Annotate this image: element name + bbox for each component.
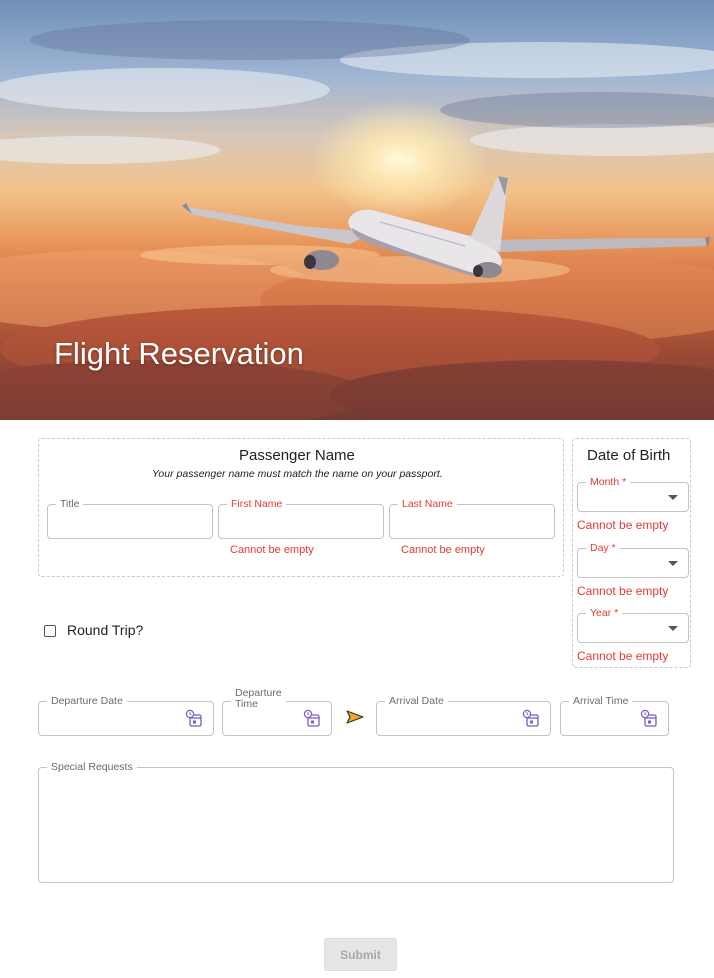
chevron-down-icon xyxy=(668,626,678,631)
day-select[interactable]: Day * xyxy=(577,542,689,578)
last-name-input[interactable]: Last Name xyxy=(389,498,555,539)
last-name-error: Cannot be empty xyxy=(401,544,485,556)
calendar-clock-icon[interactable] xyxy=(302,709,322,729)
month-error: Cannot be empty xyxy=(577,518,669,532)
year-error: Cannot be empty xyxy=(577,649,669,663)
departure-date-label: Departure Date xyxy=(47,695,127,707)
round-trip-checkbox[interactable] xyxy=(44,625,56,637)
page-title: Flight Reservation xyxy=(54,336,304,371)
calendar-clock-icon[interactable] xyxy=(184,709,204,729)
special-requests-label: Special Requests xyxy=(47,761,137,773)
first-name-error: Cannot be empty xyxy=(230,544,314,556)
arrival-time-input[interactable]: Arrival Time xyxy=(560,695,669,736)
chevron-down-icon xyxy=(668,495,678,500)
chevron-down-icon xyxy=(668,561,678,566)
hero-banner: Flight Reservation xyxy=(0,0,714,420)
right-arrow-icon xyxy=(346,710,364,724)
departure-time-label: Departure Time xyxy=(231,688,286,710)
passenger-name-note: Your passenger name must match the name … xyxy=(152,468,443,480)
title-input[interactable]: Title xyxy=(47,498,213,539)
arrival-date-label: Arrival Date xyxy=(385,695,448,707)
special-requests-textarea[interactable]: Special Requests xyxy=(38,761,674,883)
date-of-birth-heading: Date of Birth xyxy=(587,447,671,464)
year-select[interactable]: Year * xyxy=(577,607,689,643)
round-trip-label[interactable]: Round Trip? xyxy=(67,622,143,638)
arrival-date-input[interactable]: Arrival Date xyxy=(376,695,551,736)
departure-date-input[interactable]: Departure Date xyxy=(38,695,214,736)
year-label: Year * xyxy=(586,607,623,619)
departure-time-label-line2: Time xyxy=(235,698,258,710)
first-name-input[interactable]: First Name xyxy=(218,498,384,539)
month-label: Month * xyxy=(586,476,631,488)
title-label: Title xyxy=(56,498,84,510)
passenger-name-heading: Passenger Name xyxy=(239,447,355,464)
day-label: Day * xyxy=(586,542,620,554)
calendar-clock-icon[interactable] xyxy=(639,709,659,729)
calendar-clock-icon[interactable] xyxy=(521,709,541,729)
submit-button[interactable]: Submit xyxy=(324,938,397,971)
day-error: Cannot be empty xyxy=(577,584,669,598)
last-name-label: Last Name xyxy=(398,498,457,510)
departure-time-input[interactable]: Departure Time xyxy=(222,688,332,736)
first-name-label: First Name xyxy=(227,498,287,510)
arrival-time-label: Arrival Time xyxy=(569,695,633,707)
month-select[interactable]: Month * xyxy=(577,476,689,512)
